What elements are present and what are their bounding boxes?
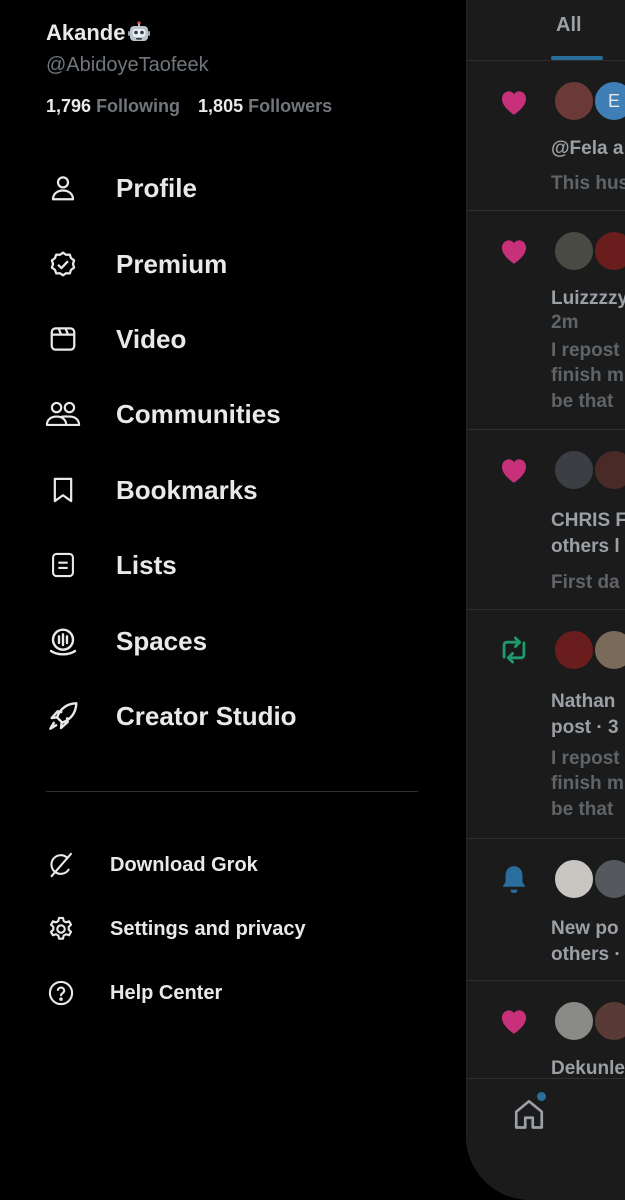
nav-label: Lists	[116, 549, 177, 580]
notification-item[interactable]: Dekunle	[467, 980, 625, 1079]
follow-counts: 1,796 Following 1,805 Followers	[46, 96, 332, 117]
notifications-panel[interactable]: All E @Fela a This hus Luizzzzy 2m I rep…	[466, 0, 625, 1200]
nav-item-profile[interactable]: Profile	[44, 164, 197, 212]
notification-text: others ·	[551, 944, 621, 965]
help-center-item[interactable]: Help Center	[44, 975, 222, 1011]
notification-item[interactable]: CHRIS F others l First da	[467, 429, 625, 610]
person-icon	[44, 169, 82, 207]
following-count: 1,796	[46, 96, 92, 116]
nav-label: Premium	[116, 248, 228, 279]
avatar[interactable]	[593, 230, 625, 272]
nav-label: Spaces	[116, 625, 208, 656]
avatar[interactable]	[553, 449, 595, 491]
communities-icon	[44, 395, 82, 433]
spaces-icon	[44, 622, 82, 660]
sub-label: Help Center	[110, 981, 223, 1004]
notification-item[interactable]: Nathan post · 3 I repost finish m be tha…	[467, 609, 625, 839]
notification-preview: finish m	[551, 773, 624, 794]
avatar[interactable]	[553, 80, 595, 122]
notification-text: CHRIS F	[551, 510, 625, 531]
gear-icon	[44, 912, 78, 946]
avatar[interactable]: E	[593, 80, 625, 122]
bookmark-icon	[44, 471, 82, 509]
notification-item[interactable]: Luizzzzy 2m I repost finish m be that	[467, 210, 625, 430]
followers-label: Followers	[248, 96, 333, 116]
notification-text: Luizzzzy	[551, 288, 625, 309]
nav-item-video[interactable]: Video	[44, 315, 186, 363]
notification-preview: be that	[551, 391, 614, 412]
followers-count: 1,805	[198, 96, 244, 116]
display-name[interactable]: Akande	[46, 20, 125, 46]
avatar[interactable]	[593, 858, 625, 900]
followers-link[interactable]: 1,805 Followers	[198, 96, 332, 117]
avatar[interactable]	[553, 1000, 595, 1042]
nav-item-communities[interactable]: Communities	[44, 390, 281, 438]
nav-item-creator-studio[interactable]: Creator Studio	[44, 692, 297, 740]
heart-icon	[501, 240, 527, 264]
following-link[interactable]: 1,796 Following	[46, 96, 180, 117]
tab-all[interactable]: All	[556, 14, 582, 37]
heart-icon	[501, 1010, 527, 1034]
notification-preview: This hus	[551, 173, 625, 194]
nav-label: Creator Studio	[116, 700, 297, 731]
nav-item-spaces[interactable]: Spaces	[44, 617, 207, 665]
notification-text: post · 3	[551, 717, 619, 738]
sub-label: Download Grok	[110, 853, 258, 876]
nav-label: Profile	[116, 172, 197, 203]
drawer-divider	[46, 791, 418, 792]
bottom-nav-divider	[467, 1078, 625, 1079]
robot-emoji-icon	[127, 21, 151, 45]
notification-preview: be that	[551, 799, 614, 820]
repost-icon	[502, 636, 526, 664]
nav-item-bookmarks[interactable]: Bookmarks	[44, 466, 258, 514]
notification-preview: First da	[551, 572, 620, 593]
profile-name-row[interactable]: Akande	[46, 20, 151, 46]
notification-preview: finish m	[551, 365, 624, 386]
avatar[interactable]	[553, 230, 595, 272]
heart-icon	[501, 91, 527, 115]
nav-item-lists[interactable]: Lists	[44, 541, 177, 589]
notification-item[interactable]: New po others ·	[467, 838, 625, 981]
video-icon	[44, 320, 82, 358]
notification-item[interactable]: E @Fela a This hus	[467, 61, 625, 211]
notification-preview: I repost	[551, 340, 620, 361]
side-drawer: Akande @AbidoyeTaofeek 1,796 Following 1…	[0, 0, 466, 1200]
heart-icon	[501, 459, 527, 483]
grok-icon	[44, 848, 78, 882]
following-label: Following	[96, 96, 181, 116]
nav-label: Communities	[116, 398, 281, 429]
profile-handle: @AbidoyeTaofeek	[46, 54, 209, 76]
bell-icon	[502, 866, 526, 894]
download-grok-item[interactable]: Download Grok	[44, 847, 258, 883]
notification-text: Nathan	[551, 691, 616, 712]
avatar[interactable]	[593, 449, 625, 491]
settings-privacy-item[interactable]: Settings and privacy	[44, 911, 306, 947]
notification-text: New po	[551, 918, 619, 939]
nav-label: Bookmarks	[116, 474, 258, 505]
avatar[interactable]	[553, 858, 595, 900]
notification-preview: I repost	[551, 748, 620, 769]
avatar[interactable]	[593, 1000, 625, 1042]
notification-time: 2m	[551, 312, 579, 333]
notification-text: @Fela a	[551, 138, 624, 159]
avatar[interactable]	[593, 629, 625, 671]
list-icon	[44, 546, 82, 584]
notification-text: others l	[551, 536, 620, 557]
unread-dot	[537, 1092, 546, 1101]
sub-label: Settings and privacy	[110, 917, 306, 940]
avatar-letter: E	[607, 90, 620, 111]
verified-badge-icon	[44, 245, 82, 283]
nav-label: Video	[116, 323, 187, 354]
rocket-icon	[44, 697, 82, 735]
home-icon[interactable]	[511, 1096, 547, 1132]
help-icon	[44, 976, 78, 1010]
avatar[interactable]	[553, 629, 595, 671]
nav-item-premium[interactable]: Premium	[44, 240, 227, 288]
